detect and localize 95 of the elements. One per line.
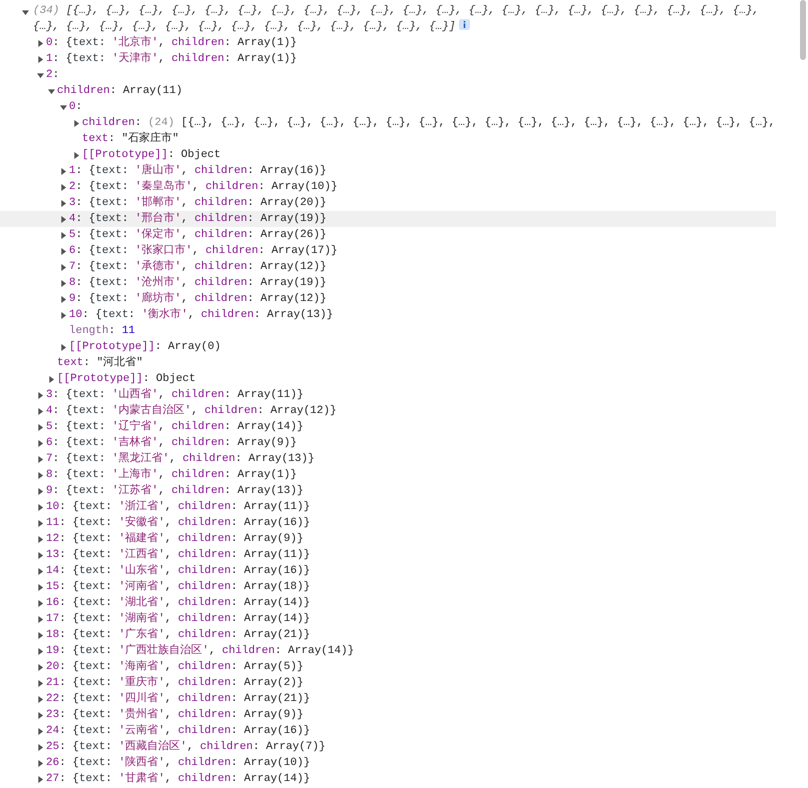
property-line: 7: {text: '黑龙江省', children: Array(13)} xyxy=(46,451,314,467)
property-line: [[Prototype]]: Array(0) xyxy=(69,340,221,355)
property-line: 3: {text: '山西省', children: Array(11)} xyxy=(46,387,304,403)
property-line: 5: {text: '辽宁省', children: Array(14)} xyxy=(46,419,304,435)
expand-triangle-icon[interactable] xyxy=(60,200,67,206)
expand-triangle-icon[interactable] xyxy=(37,56,44,62)
property-line: 0: {text: '北京市', children: Array(1)} xyxy=(46,35,297,51)
expand-triangle-icon[interactable] xyxy=(37,488,44,494)
property-line: 11: {text: '安徽省', children: Array(16)} xyxy=(46,515,310,531)
expand-triangle-icon[interactable] xyxy=(60,216,67,222)
expand-triangle-icon[interactable] xyxy=(37,520,44,526)
expand-triangle-icon[interactable] xyxy=(60,344,67,350)
scrollbar-thumb[interactable] xyxy=(800,0,806,60)
collapse-triangle-icon[interactable] xyxy=(60,104,67,110)
property-line: 2: {text: '秦皇岛市', children: Array(10)} xyxy=(69,179,338,195)
property-line: children: Array(11) xyxy=(57,84,182,99)
expand-triangle-icon[interactable] xyxy=(37,728,44,734)
expand-triangle-icon[interactable] xyxy=(37,392,44,398)
property-line: text: "石家庄市" xyxy=(82,131,179,147)
property-line: 1: {text: '天津市', children: Array(1)} xyxy=(46,51,297,67)
property-line: [[Prototype]]: Object xyxy=(82,148,221,163)
property-line: 8: {text: '上海市', children: Array(1)} xyxy=(46,467,297,483)
property-line: 9: {text: '廊坊市', children: Array(12)} xyxy=(69,291,326,307)
property-line: 6: {text: '吉林省', children: Array(9)} xyxy=(46,435,297,451)
expand-triangle-icon[interactable] xyxy=(48,376,55,382)
property-line: 14: {text: '山东省', children: Array(16)} xyxy=(46,563,310,579)
expand-triangle-icon[interactable] xyxy=(37,440,44,446)
property-line: 9: {text: '江苏省', children: Array(13)} xyxy=(46,483,304,499)
expand-triangle-icon[interactable] xyxy=(37,472,44,478)
expand-triangle-icon[interactable] xyxy=(37,648,44,654)
property-line: 3: {text: '邯郸市', children: Array(20)} xyxy=(69,195,326,211)
property-line: length: 11 xyxy=(69,324,136,339)
expand-triangle-icon[interactable] xyxy=(37,744,44,750)
property-line: 1: {text: '唐山市', children: Array(16)} xyxy=(69,163,326,179)
collapse-triangle-icon[interactable] xyxy=(22,8,29,16)
property-line: 15: {text: '河南省', children: Array(18)} xyxy=(46,579,310,595)
property-line: 5: {text: '保定市', children: Array(26)} xyxy=(69,227,326,243)
collapse-triangle-icon[interactable] xyxy=(48,88,55,94)
property-line: 27: {text: '甘肃省', children: Array(14)} xyxy=(46,771,310,787)
expand-triangle-icon[interactable] xyxy=(37,760,44,766)
expand-triangle-icon[interactable] xyxy=(37,600,44,606)
property-line: 13: {text: '江西省', children: Array(11)} xyxy=(46,547,310,563)
collapse-triangle-icon[interactable] xyxy=(37,72,44,78)
property-line: 6: {text: '张家口市', children: Array(17)} xyxy=(69,243,338,259)
expand-triangle-icon[interactable] xyxy=(37,680,44,686)
property-line: 25: {text: '西藏自治区', children: Array(7)} xyxy=(46,739,326,755)
expand-triangle-icon[interactable] xyxy=(37,568,44,574)
expand-triangle-icon[interactable] xyxy=(60,168,67,174)
property-line: [[Prototype]]: Object xyxy=(57,372,196,387)
expand-triangle-icon[interactable] xyxy=(37,536,44,542)
expand-triangle-icon[interactable] xyxy=(60,232,67,238)
expand-triangle-icon[interactable] xyxy=(60,264,67,270)
property-line: 0: xyxy=(69,100,82,115)
property-line: 4: {text: '邢台市', children: Array(19)} xyxy=(69,211,326,227)
expand-triangle-icon[interactable] xyxy=(37,456,44,462)
expand-triangle-icon[interactable] xyxy=(60,184,67,190)
array-summary: (34) [{…}, {…}, {…}, {…}, {…}, {…}, {…}, {…}, {…}, {…}, {…}, {…}, {…}, {…}, {…}, {…}, {…}, {…}, {…}, {…}, {…}, {…}, {…}, {…}, {…}, {…}, {…}, {…}, {…}, {…}, {…}, {…}, {…}, {…}] xyxy=(33,4,760,35)
property-line: 19: {text: '广西壮族自治区', children: Array(14)} xyxy=(46,643,354,659)
expand-triangle-icon[interactable] xyxy=(60,312,67,318)
expand-triangle-icon[interactable] xyxy=(37,696,44,702)
property-line: children: (24) [{…}, {…}, {…}, {…}, {…}, {…}, {…}, {…}, {…}, {…}, {…}, {…}, {…}, {…}, {…}, {…}, {…}, {…}, xyxy=(82,116,776,131)
property-line: 26: {text: '陕西省', children: Array(10)} xyxy=(46,755,310,771)
property-line: 23: {text: '贵州省', children: Array(9)} xyxy=(46,707,304,723)
property-line: 18: {text: '广东省', children: Array(21)} xyxy=(46,627,310,643)
property-line: 4: {text: '内蒙古自治区', children: Array(12)} xyxy=(46,403,336,419)
expand-triangle-icon[interactable] xyxy=(37,616,44,622)
expand-triangle-icon[interactable] xyxy=(73,120,80,126)
expand-triangle-icon[interactable] xyxy=(37,40,44,46)
property-line: 2: xyxy=(46,68,60,83)
property-line: 7: {text: '承德市', children: Array(12)} xyxy=(69,259,326,275)
property-line: 17: {text: '湖南省', children: Array(14)} xyxy=(46,611,310,627)
expand-triangle-icon[interactable] xyxy=(37,552,44,558)
property-line: 10: {text: '浙江省', children: Array(11)} xyxy=(46,499,310,515)
expand-triangle-icon[interactable] xyxy=(60,280,67,286)
info-icon[interactable] xyxy=(459,19,470,30)
expand-triangle-icon[interactable] xyxy=(73,152,80,158)
property-line: 10: {text: '衡水市', children: Array(13)} xyxy=(69,307,334,323)
expand-triangle-icon[interactable] xyxy=(60,296,67,302)
expand-triangle-icon[interactable] xyxy=(37,664,44,670)
property-line: 8: {text: '沧州市', children: Array(19)} xyxy=(69,275,326,291)
expand-triangle-icon[interactable] xyxy=(37,712,44,718)
expand-triangle-icon[interactable] xyxy=(37,504,44,510)
property-line: text: "河北省" xyxy=(57,355,143,371)
property-line: 16: {text: '湖北省', children: Array(14)} xyxy=(46,595,310,611)
expand-triangle-icon[interactable] xyxy=(37,584,44,590)
property-line: 20: {text: '海南省', children: Array(5)} xyxy=(46,659,304,675)
property-line: 22: {text: '四川省', children: Array(21)} xyxy=(46,691,310,707)
expand-triangle-icon[interactable] xyxy=(60,248,67,254)
expand-triangle-icon[interactable] xyxy=(37,776,44,782)
property-line: 21: {text: '重庆市', children: Array(2)} xyxy=(46,675,304,691)
expand-triangle-icon[interactable] xyxy=(37,424,44,430)
property-line: 12: {text: '福建省', children: Array(9)} xyxy=(46,531,304,547)
expand-triangle-icon[interactable] xyxy=(37,408,44,414)
expand-triangle-icon[interactable] xyxy=(37,632,44,638)
property-line: 24: {text: '云南省', children: Array(16)} xyxy=(46,723,310,739)
